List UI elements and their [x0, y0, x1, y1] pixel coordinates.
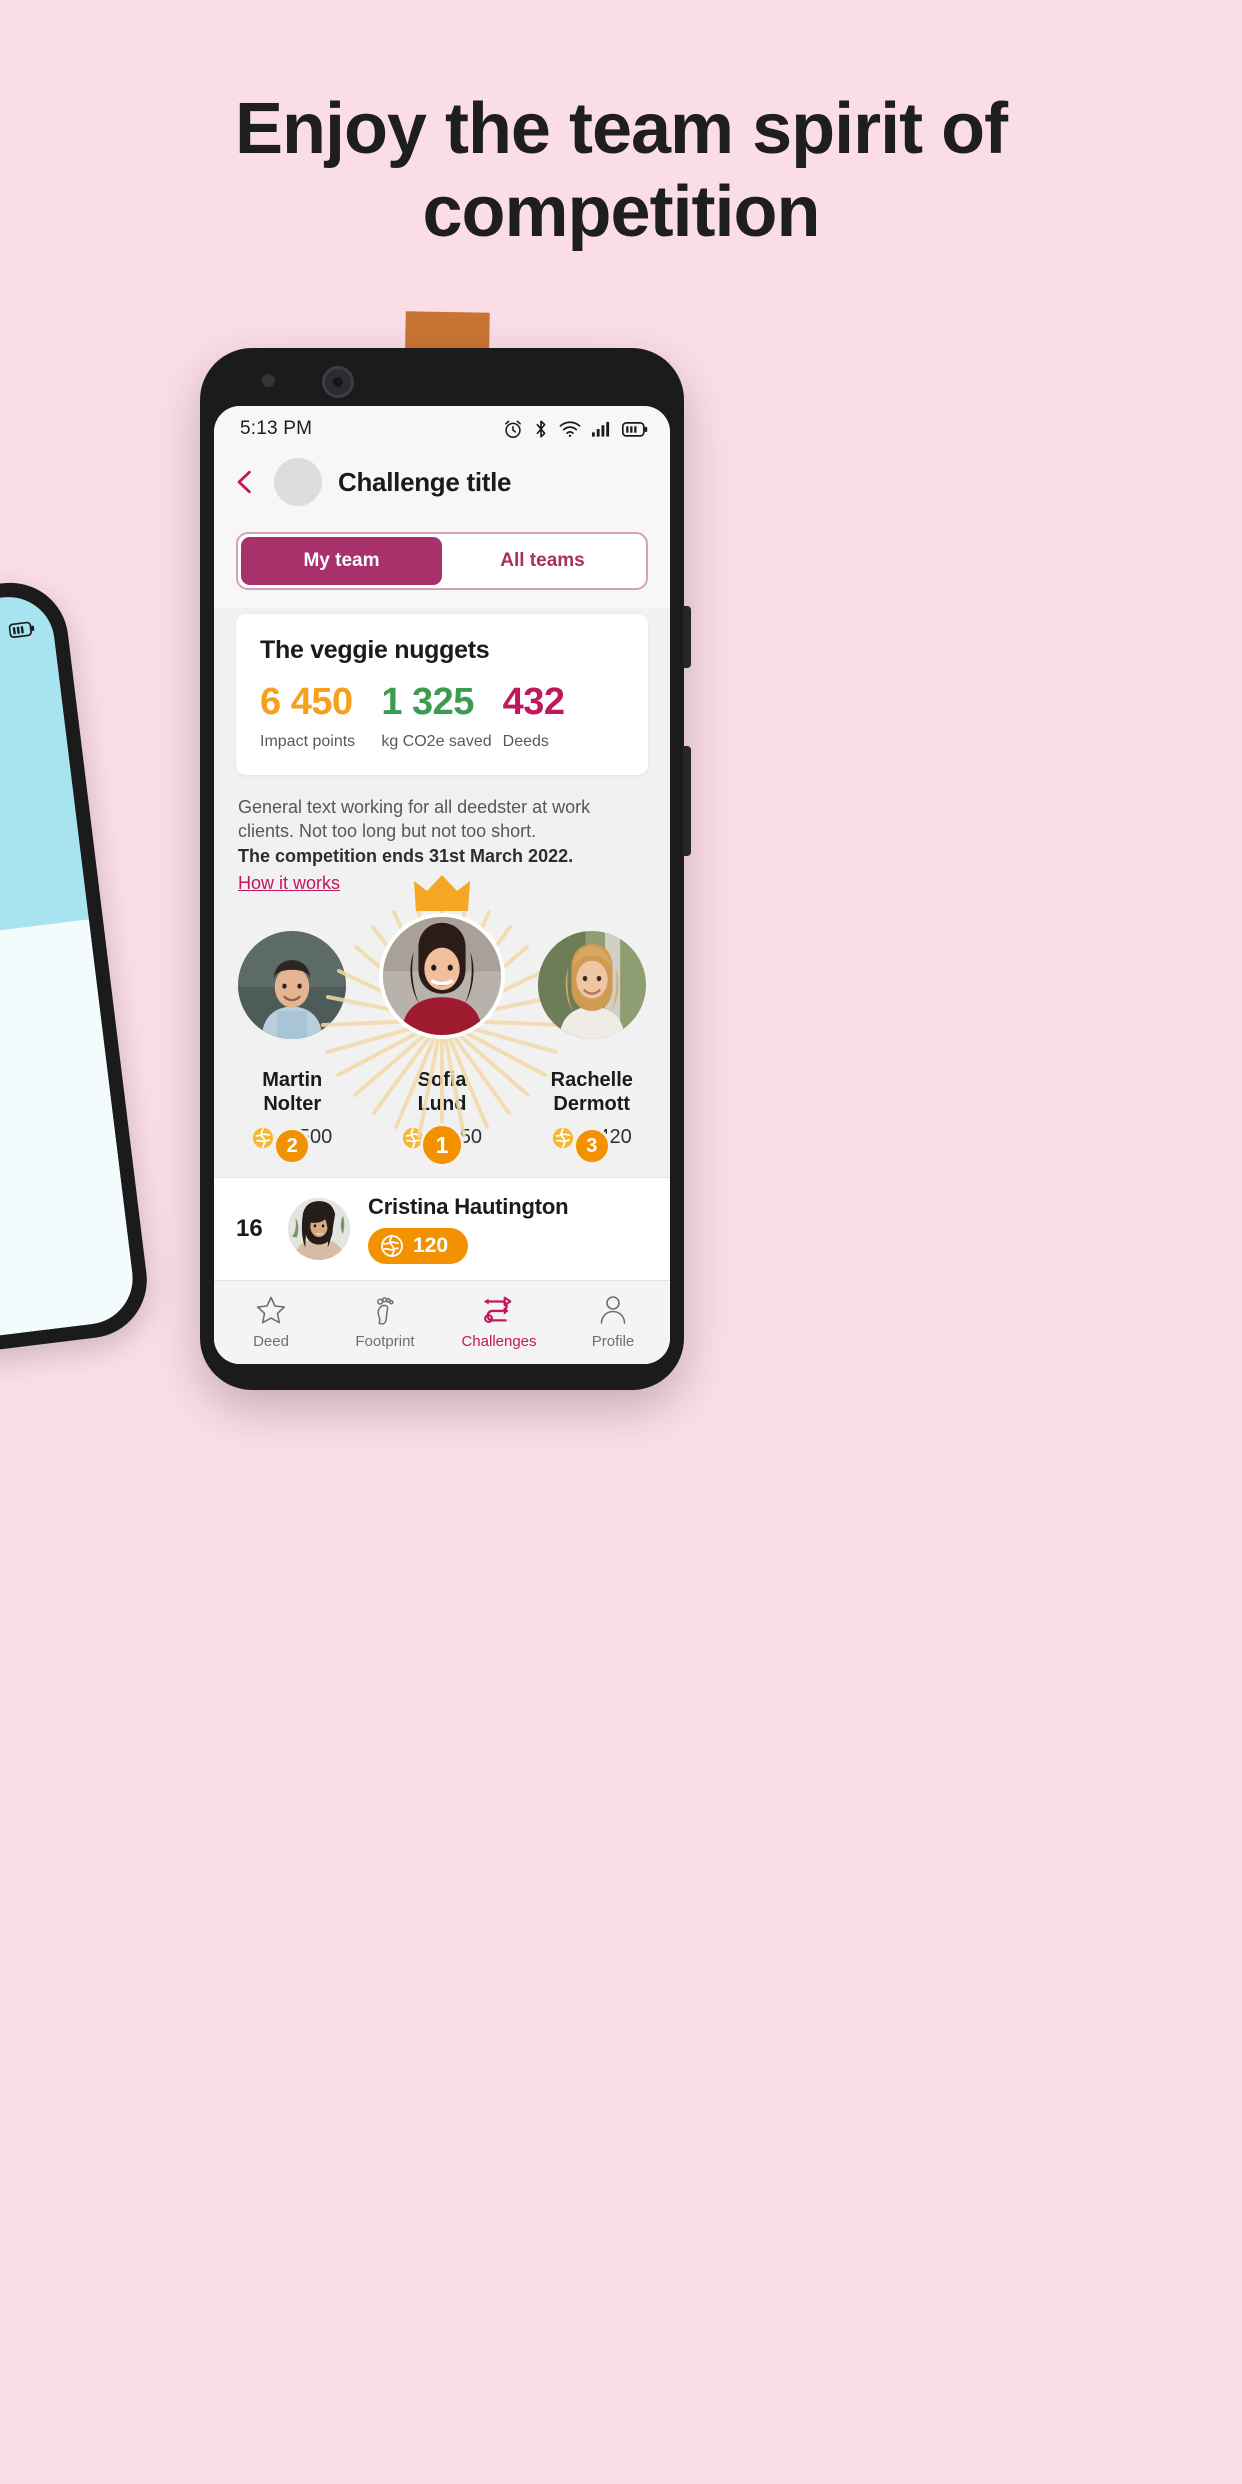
phone-power-button-main[interactable]: [683, 746, 691, 856]
avatar-image-cristina: [288, 1198, 350, 1260]
stat-value: 432: [502, 681, 565, 723]
signal-icon: [0, 624, 1, 641]
podium-entry-1[interactable]: 1 Sofia Lund 1 650: [321, 875, 562, 1168]
description-line-2: clients. Not too long but not too short.: [238, 821, 537, 842]
tab-all-teams[interactable]: All teams: [442, 537, 643, 585]
stat-label: Impact points: [260, 733, 356, 750]
tab-bar: My team All teams: [214, 524, 670, 608]
description-line-1: General text working for all deedster at…: [238, 797, 591, 817]
nav-label: Challenges: [461, 1333, 537, 1350]
tab-my-team[interactable]: My team: [241, 537, 442, 585]
rank-badge: 2: [273, 1127, 312, 1166]
page-title: Enjoy the team spirit of competition: [234, 89, 1008, 252]
nav-label: Footprint: [355, 1333, 415, 1350]
wifi-icon: [559, 421, 581, 437]
stat-value: 1 325: [381, 681, 474, 723]
phone-bezel: [200, 348, 684, 410]
phone-screen: 5:13 PM Challenge title My team All team…: [214, 406, 670, 1364]
stat-value: 6 450: [260, 681, 353, 723]
stat-label: kg CO2e saved: [381, 733, 492, 750]
impact-point-icon: [253, 1127, 274, 1148]
star-icon: [255, 1293, 287, 1327]
podium-name: Rachelle Dermott: [532, 1069, 652, 1116]
signal-icon: [592, 421, 610, 437]
my-rank-row[interactable]: 16 Cristina Hautington 120: [214, 1177, 670, 1280]
podium-first-name: Martin: [262, 1069, 323, 1092]
leaderboard-podium: 2 Martin Nolter 1 500: [214, 875, 670, 1168]
sensor-dot: [262, 374, 275, 387]
impact-point-icon: [552, 1127, 573, 1148]
podium-last-name: Lund: [417, 1092, 467, 1115]
status-time: 5:13 PM: [240, 418, 313, 439]
avatar: [537, 931, 646, 1040]
rank-badge: 1: [420, 1123, 464, 1168]
team-name: The veggie nuggets: [260, 636, 490, 664]
app-header: Challenge title: [214, 452, 670, 524]
impact-point-icon: [381, 1234, 403, 1257]
crown-icon: [414, 875, 470, 912]
nav-item-profile[interactable]: Profile: [556, 1293, 670, 1350]
alarm-icon: [505, 420, 521, 438]
phone-mockup: 5:13 PM Challenge title My team All team…: [200, 348, 691, 1390]
secondary-phone-screen: [0, 591, 138, 1345]
person-icon: [597, 1293, 629, 1327]
my-rank-name: Cristina Hautington: [368, 1194, 569, 1219]
bottom-navigation: Deed Footprint Challenges Profile: [214, 1280, 670, 1364]
challenge-avatar: [274, 458, 322, 506]
podium-entry-3[interactable]: 3 Rachelle Dermott 1 420: [532, 931, 652, 1166]
secondary-status-icons: [0, 620, 36, 642]
app-content: The veggie nuggets 6 450 Impact points 1…: [214, 608, 670, 1364]
my-rank-score-pill: 120: [368, 1228, 469, 1264]
nav-item-challenges[interactable]: Challenges: [442, 1293, 556, 1350]
podium-first-name: Sofia: [417, 1069, 467, 1092]
my-rank-avatar: [288, 1198, 350, 1260]
avatar: [238, 931, 347, 1040]
my-rank-position: 16: [236, 1215, 263, 1242]
avatar-image-sofia: [383, 917, 501, 1036]
competition-end-date: The competition ends 31st March 2022.: [238, 845, 574, 866]
avatar-image-rachelle: [537, 931, 646, 1040]
avatar-image-martin: [238, 931, 347, 1040]
podium-name: Martin Nolter: [232, 1069, 352, 1116]
status-icon-group: [503, 419, 648, 439]
podium-last-name: Nolter: [263, 1092, 322, 1115]
battery-icon: [8, 621, 35, 639]
stat-deeds: 432 Deeds: [503, 683, 624, 751]
status-bar: 5:13 PM: [214, 406, 670, 452]
phone-volume-up-button[interactable]: [683, 606, 691, 668]
my-rank-score-value: 120: [413, 1234, 449, 1257]
front-camera: [322, 366, 354, 398]
challenges-icon: [481, 1293, 517, 1327]
header-title: Challenge title: [338, 466, 512, 497]
stat-impact-points: 6 450 Impact points: [260, 683, 381, 751]
stats-row: 6 450 Impact points 1 325 kg CO2e saved …: [260, 683, 624, 751]
secondary-phone-mockup: [0, 576, 154, 1360]
stat-label: Deeds: [502, 733, 549, 750]
how-it-works-link[interactable]: How it works: [238, 871, 340, 895]
stat-co2-saved: 1 325 kg CO2e saved: [381, 683, 502, 751]
podium-name: Sofia Lund: [370, 1069, 513, 1116]
nav-item-deed[interactable]: Deed: [214, 1293, 328, 1350]
bluetooth-icon: [536, 420, 546, 438]
podium-first-name: Rachelle: [550, 1069, 633, 1092]
chevron-left-icon[interactable]: [232, 469, 258, 495]
secondary-screen-card: [0, 914, 138, 1345]
nav-item-footprint[interactable]: Footprint: [328, 1293, 442, 1350]
nav-label: Deed: [253, 1333, 289, 1350]
footprint-icon: [369, 1293, 401, 1327]
my-rank-details: Cristina Hautington 120: [368, 1194, 569, 1264]
podium-last-name: Dermott: [553, 1092, 631, 1115]
team-stats-card: The veggie nuggets 6 450 Impact points 1…: [236, 614, 648, 775]
rank-badge: 3: [572, 1127, 611, 1166]
nav-label: Profile: [591, 1333, 635, 1350]
podium-entry-2[interactable]: 2 Martin Nolter 1 500: [232, 931, 352, 1166]
battery-icon: [622, 421, 648, 437]
avatar: [379, 913, 505, 1040]
